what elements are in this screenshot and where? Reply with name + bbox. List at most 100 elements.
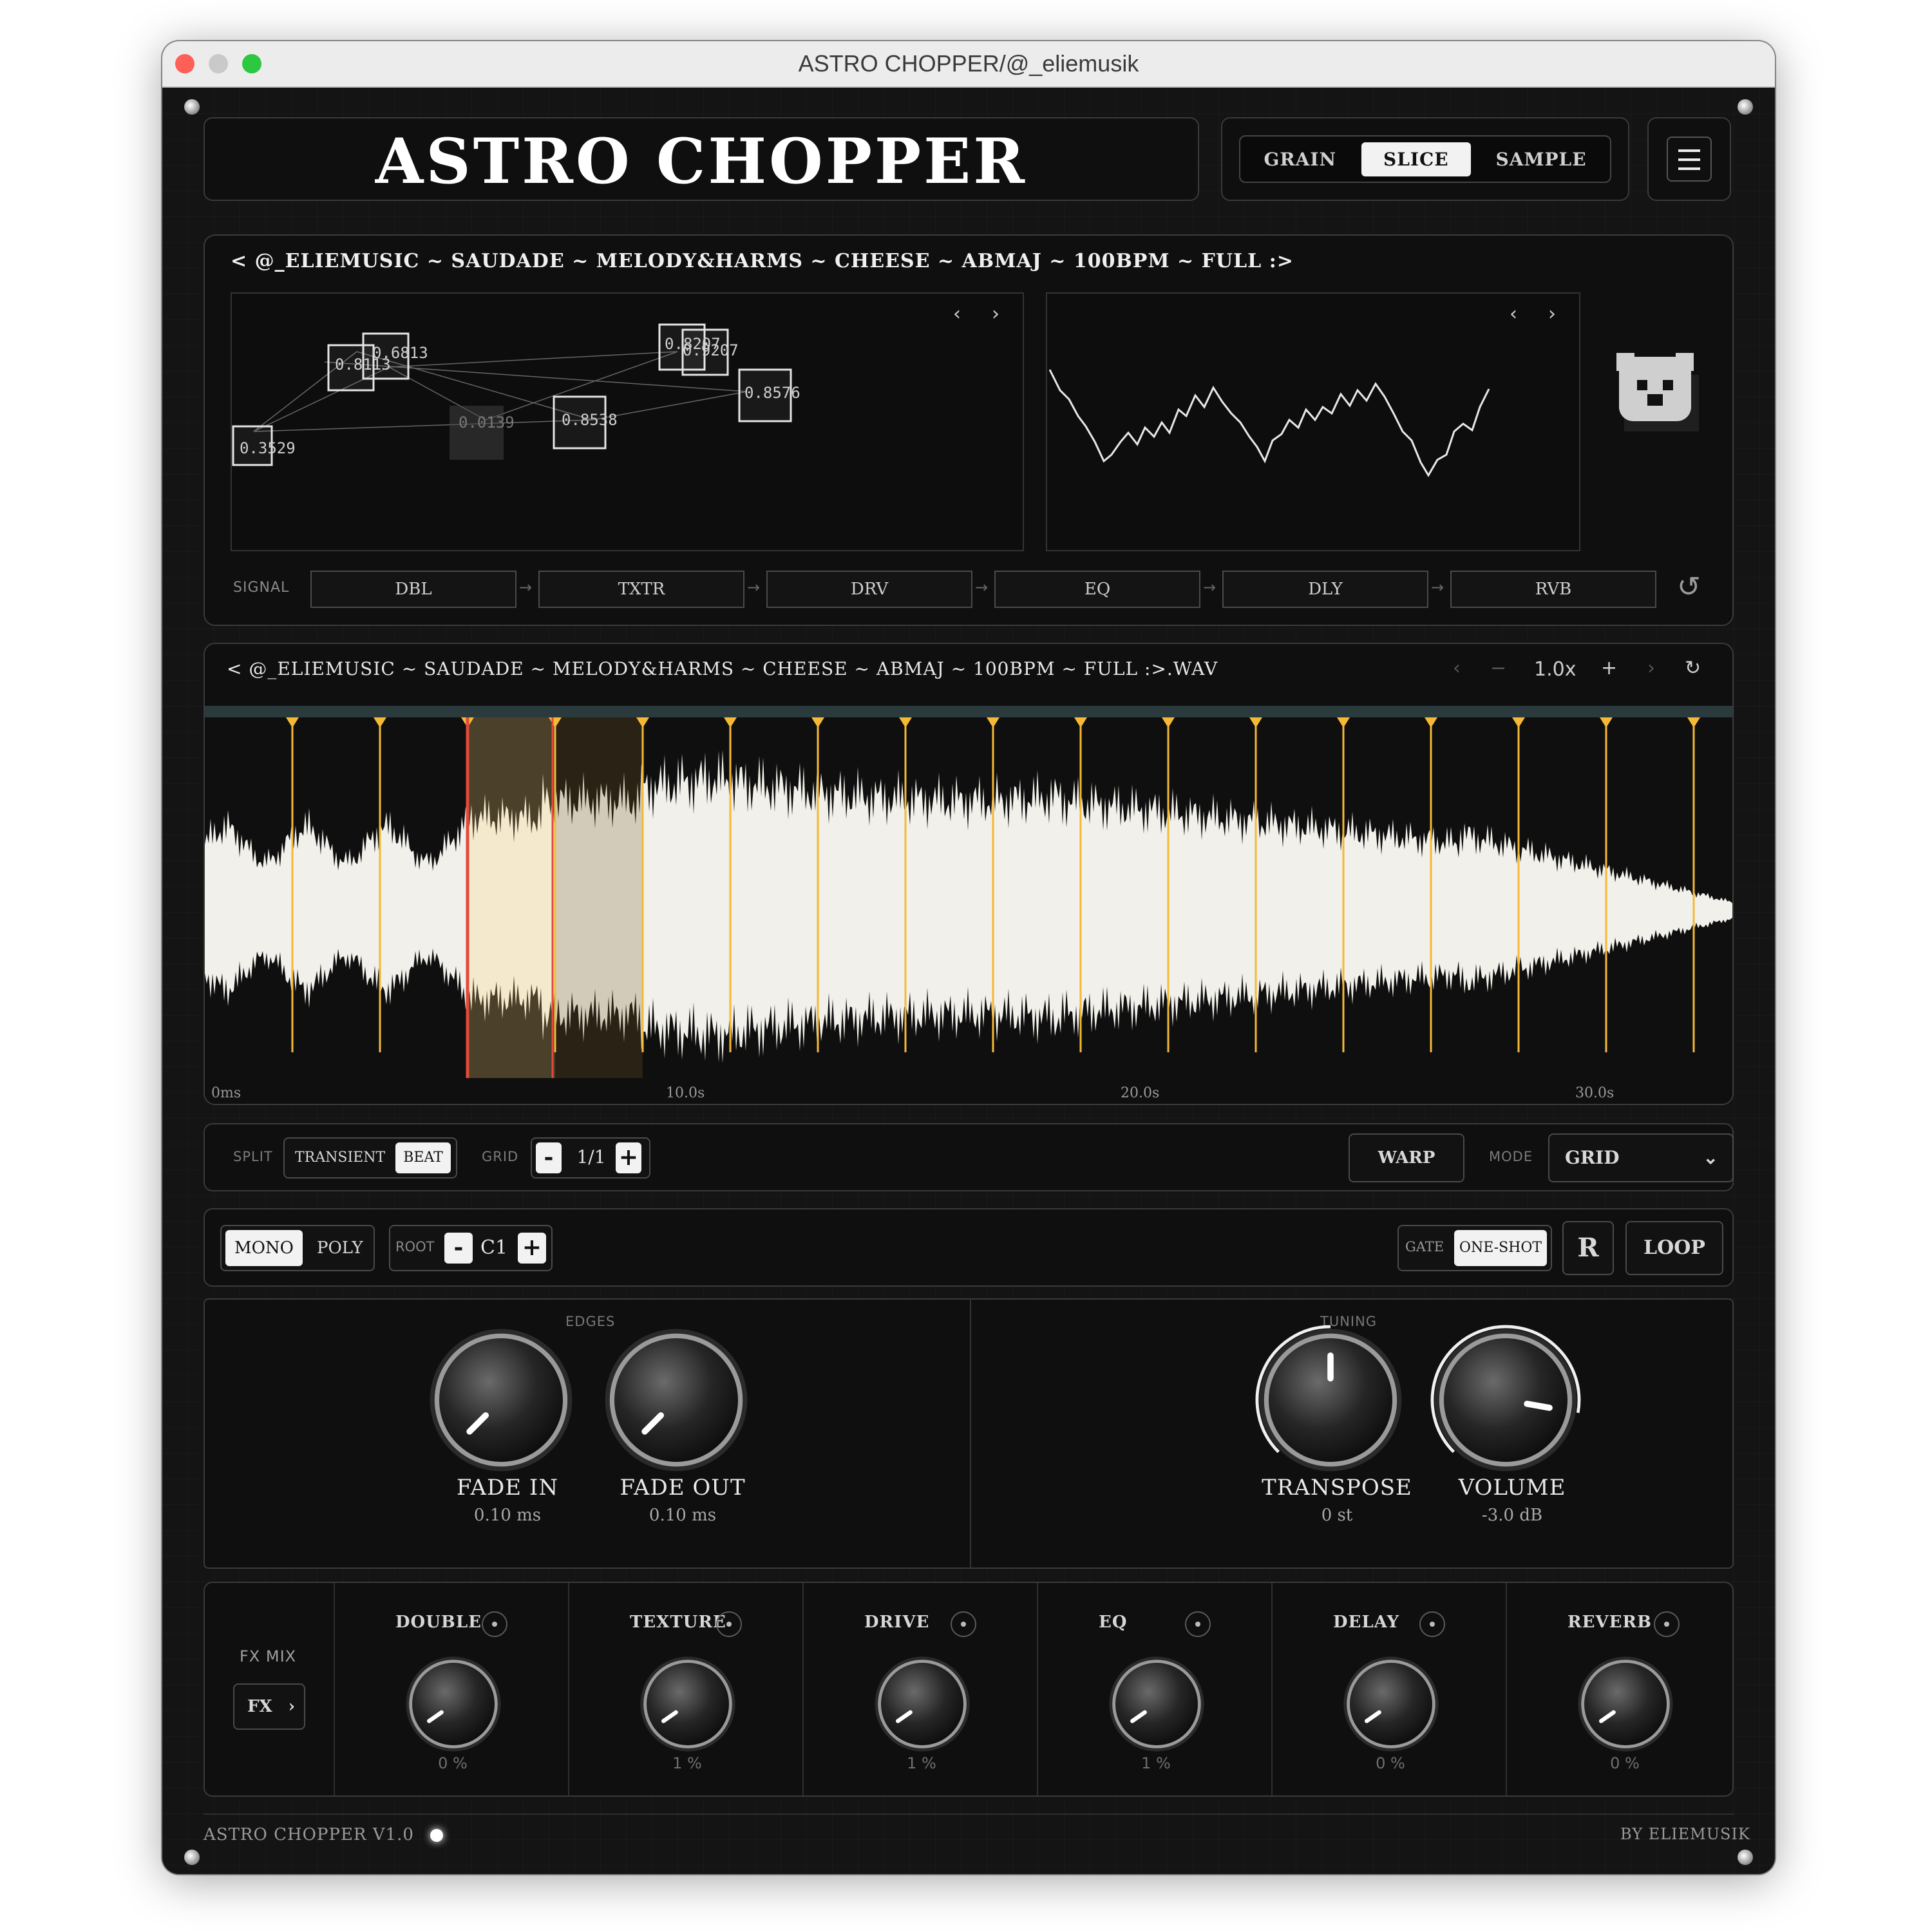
refresh-icon[interactable]: ↻: [1685, 657, 1701, 679]
mode-slice-button[interactable]: SLICE: [1361, 142, 1471, 176]
node-value: 0.8538: [562, 411, 618, 429]
overview-scrollbar[interactable]: [205, 706, 1732, 717]
fx-3-toggle-button[interactable]: [1185, 1611, 1211, 1637]
root-increment-button[interactable]: +: [518, 1233, 546, 1264]
volume-knob[interactable]: [1428, 1323, 1583, 1480]
sample-filename: < @_ELIEMUSIC ~ SAUDADE ~ MELODY&HARMS ~…: [227, 658, 1218, 679]
signal-dly-button[interactable]: DLY: [1222, 571, 1428, 608]
fx-3-knob[interactable]: [1105, 1653, 1208, 1758]
fx-1-knob[interactable]: [636, 1653, 739, 1758]
gate-label: GATE: [1405, 1239, 1444, 1255]
signal-drv-button[interactable]: DRV: [766, 571, 972, 608]
signal-txtr-button[interactable]: TXTR: [538, 571, 744, 608]
slice-marker-handle[interactable]: [1074, 717, 1087, 728]
fx-0-value: 0 %: [438, 1754, 468, 1772]
slice-marker-handle[interactable]: [1687, 717, 1700, 728]
chevron-left-icon[interactable]: ‹: [1453, 657, 1461, 679]
fade-out-knob[interactable]: [599, 1323, 753, 1480]
signal-dbl-button[interactable]: DBL: [310, 571, 516, 608]
slice-marker-handle[interactable]: [1249, 717, 1262, 728]
slice-marker-handle[interactable]: [899, 717, 912, 728]
voice-mono-button[interactable]: MONO: [225, 1230, 303, 1266]
fx-1-name: TEXTURE: [630, 1613, 726, 1632]
lfo-graph[interactable]: ‹ ›: [1046, 292, 1580, 551]
time-label: 20.0s: [1121, 1085, 1159, 1101]
slice-marker-handle[interactable]: [1512, 717, 1525, 728]
selected-slice[interactable]: [468, 717, 555, 1078]
slice-marker-handle[interactable]: [987, 717, 999, 728]
fx-2-toggle-button[interactable]: [951, 1611, 976, 1637]
fx-5-toggle-button[interactable]: [1654, 1611, 1680, 1637]
warp-button[interactable]: WARP: [1349, 1133, 1464, 1182]
reset-icon[interactable]: ↺: [1677, 571, 1701, 603]
voice-poly-button[interactable]: POLY: [317, 1230, 363, 1266]
slice-marker-handle[interactable]: [374, 717, 386, 728]
time-label: 0ms: [211, 1085, 241, 1101]
gate-one-shot-button[interactable]: ONE-SHOT: [1454, 1230, 1547, 1266]
fx-5-value: 0 %: [1610, 1754, 1640, 1772]
grid-value: 1/1: [576, 1146, 606, 1168]
fade-in-label: FADE IN: [456, 1475, 559, 1501]
fx-1-toggle-button[interactable]: [716, 1611, 742, 1637]
fx-5-name: REVERB: [1567, 1613, 1652, 1632]
waveform-display[interactable]: 0ms 10.0s 20.0s 30.0s: [205, 717, 1734, 1104]
grid-stepper: - 1/1 +: [531, 1137, 650, 1179]
fx-4-toggle-button[interactable]: [1419, 1611, 1445, 1637]
signal-rvb-button[interactable]: RVB: [1450, 571, 1656, 608]
mascot-icon: [1616, 353, 1699, 431]
reverse-button[interactable]: R: [1562, 1221, 1614, 1275]
chevron-right-icon[interactable]: ›: [1647, 657, 1655, 679]
fx-0-toggle-button[interactable]: [482, 1611, 507, 1637]
plugin-body: ASTRO CHOPPER GRAIN SLICE SAMPLE < @_ELI…: [162, 88, 1775, 1874]
slice-marker-handle[interactable]: [1600, 717, 1613, 728]
fade-in-knob[interactable]: [424, 1323, 578, 1480]
credit-text: BY ELIEMUSIK: [1620, 1825, 1750, 1843]
lfo-curve: [1048, 369, 1490, 477]
transpose-knob[interactable]: [1253, 1323, 1408, 1480]
mode-switch: GRAIN SLICE SAMPLE: [1239, 135, 1611, 183]
node-value: 0.0139: [459, 413, 515, 431]
loop-button[interactable]: LOOP: [1625, 1221, 1723, 1275]
fx-2-knob[interactable]: [871, 1653, 974, 1758]
root-decrement-button[interactable]: -: [444, 1233, 473, 1264]
grid-decrement-button[interactable]: -: [536, 1142, 562, 1173]
node-graph-canvas: 0.6813 0.8113 0.8207 0.9207 0.8576 0.853…: [232, 323, 800, 466]
menu-panel: [1647, 117, 1731, 201]
fx-column-divider: [802, 1583, 804, 1795]
mode-sample-button[interactable]: SAMPLE: [1474, 142, 1609, 176]
mode-label: MODE: [1489, 1149, 1533, 1164]
slice-marker-handle[interactable]: [286, 717, 299, 728]
slice-marker-handle[interactable]: [1337, 717, 1350, 728]
split-beat-button[interactable]: BEAT: [395, 1142, 451, 1173]
next-slice[interactable]: [555, 717, 643, 1078]
signal-eq-button[interactable]: EQ: [994, 571, 1200, 608]
fx-2-name: DRIVE: [864, 1613, 930, 1632]
split-transient-button[interactable]: TRANSIENT: [295, 1139, 385, 1177]
zoom-out-button[interactable]: −: [1490, 657, 1506, 679]
slice-marker-handle[interactable]: [811, 717, 824, 728]
fx-mix-button[interactable]: FX ›: [233, 1683, 305, 1730]
fx-column-divider: [334, 1583, 335, 1795]
screw-icon: [184, 1850, 200, 1865]
slice-marker-handle[interactable]: [1425, 717, 1437, 728]
node-value: 0.8113: [335, 355, 391, 374]
node-graph[interactable]: ‹ › 0.6813 0.8113 0.8207 0.9207 0.8576 0…: [231, 292, 1024, 551]
fx-0-name: DOUBLE: [395, 1613, 482, 1632]
node-value: 0.3529: [240, 439, 296, 457]
hamburger-menu-button[interactable]: [1667, 137, 1712, 182]
fx-1-value: 1 %: [672, 1754, 702, 1772]
fx-4-knob[interactable]: [1340, 1653, 1443, 1758]
volume-label: VOLUME: [1458, 1475, 1566, 1501]
arrow-right-icon: →: [1203, 578, 1217, 596]
grid-increment-button[interactable]: +: [616, 1142, 641, 1173]
version-text: ASTRO CHOPPER V1.0: [204, 1825, 414, 1844]
fx-5-knob[interactable]: [1574, 1653, 1677, 1758]
fx-4-value: 0 %: [1376, 1754, 1405, 1772]
fx-0-knob[interactable]: [402, 1653, 505, 1758]
fx-3-value: 1 %: [1141, 1754, 1171, 1772]
zoom-in-button[interactable]: +: [1601, 657, 1617, 679]
mode-dropdown[interactable]: GRID ⌄: [1548, 1133, 1734, 1182]
slice-marker-handle[interactable]: [724, 717, 737, 728]
slice-marker-handle[interactable]: [1162, 717, 1175, 728]
mode-grain-button[interactable]: GRAIN: [1242, 142, 1358, 176]
